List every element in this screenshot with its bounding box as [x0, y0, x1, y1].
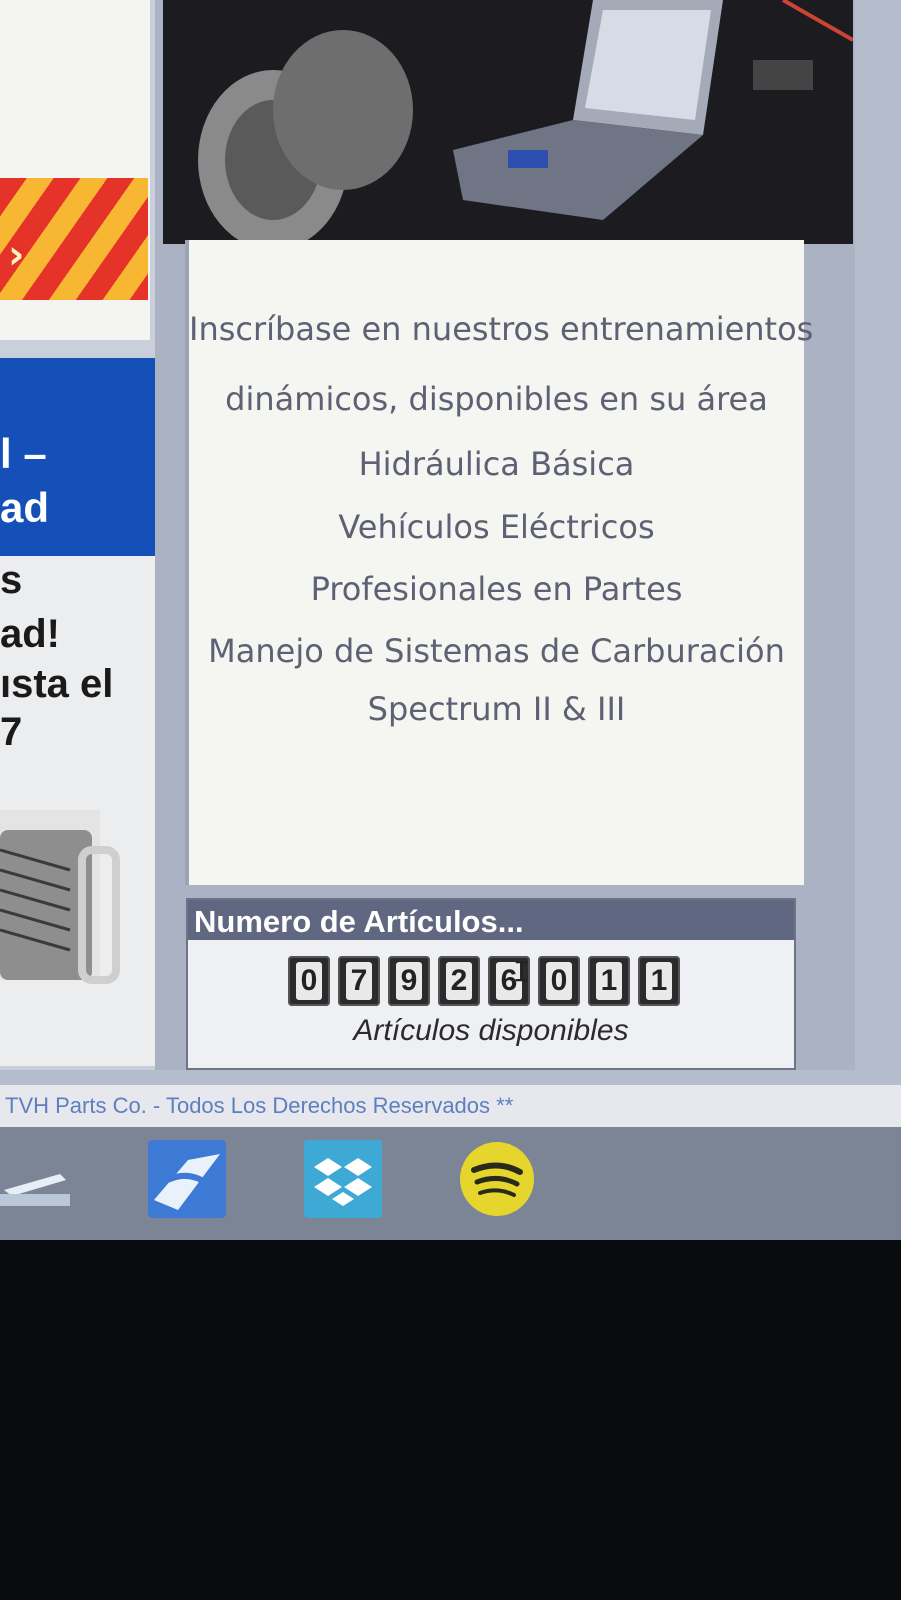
promo-line: s	[0, 558, 23, 602]
counter-digits: 0 7 9 2 6 0 1 1	[288, 956, 680, 1006]
promo-blue-line: ad	[0, 484, 50, 531]
training-intro: Inscríbase en nuestros entrenamientos	[189, 310, 814, 348]
promo-blue-line: l –	[0, 430, 47, 477]
counter-title: Numero de Artículos...	[194, 904, 524, 939]
spotify-icon[interactable]	[458, 1140, 536, 1218]
copyright-text: TVH Parts Co. - Todos Los Derechos Reser…	[5, 1093, 514, 1118]
laptop-engine-photo	[163, 0, 853, 244]
chevron-right-icon[interactable]: ›	[8, 232, 24, 278]
course-link-partes[interactable]: Profesionales en Partes	[189, 570, 804, 608]
course-link-spectrum[interactable]: Spectrum II & III	[189, 690, 804, 728]
heater-product-image[interactable]	[0, 810, 125, 1000]
browser-screen: › l – ad s ad! ısta el 7 Inscríbase en n…	[0, 0, 901, 1240]
training-panel: Inscríbase en nuestros entrenamientos di…	[185, 240, 814, 885]
counter-digit: 7	[338, 956, 380, 1006]
training-intro: dinámicos, disponibles en su área	[225, 380, 768, 418]
promo-line: 7	[0, 710, 23, 754]
counter-digit: 1	[588, 956, 630, 1006]
counter-digit: 2	[438, 956, 480, 1006]
dropbox-icon[interactable]	[304, 1140, 382, 1218]
text-cursor-icon: I	[513, 955, 530, 988]
left-column: › l – ad s ad! ısta el 7	[0, 0, 178, 1070]
counter-header: Numero de Artículos...	[188, 900, 794, 940]
footer: TVH Parts Co. - Todos Los Derechos Reser…	[0, 1085, 901, 1127]
counter-digit: 0	[538, 956, 580, 1006]
mail-icon[interactable]	[148, 1140, 226, 1218]
course-link-vehiculos[interactable]: Vehículos Eléctricos	[189, 508, 804, 546]
course-link-carburacion[interactable]: Manejo de Sistemas de Carburación	[189, 632, 804, 670]
counter-digit: 9	[388, 956, 430, 1006]
course-link-hidraulica[interactable]: Hidráulica Básica	[189, 445, 804, 483]
taskbar	[0, 1127, 901, 1240]
promo-line: ad!	[0, 612, 60, 656]
article-counter-widget: Numero de Artículos... 0 7 9 2 6 0 1 1 A…	[186, 898, 796, 1070]
scanner-icon[interactable]	[0, 1140, 78, 1218]
counter-digit: 0	[288, 956, 330, 1006]
counter-digit: 1	[638, 956, 680, 1006]
monitor-bezel	[0, 1240, 901, 1600]
promo-line: ısta el	[0, 662, 114, 706]
promo-blue-box[interactable]: l – ad	[0, 358, 162, 556]
counter-caption: Artículos disponibles	[353, 1014, 629, 1047]
